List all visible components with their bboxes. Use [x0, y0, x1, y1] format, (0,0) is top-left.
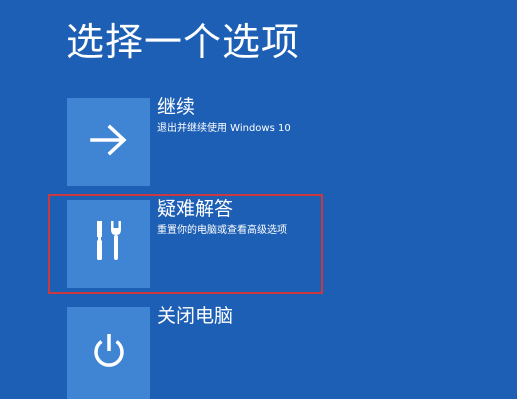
shutdown-tile[interactable]: [67, 307, 150, 399]
tools-icon: [89, 217, 129, 271]
power-icon: [87, 329, 131, 377]
option-label: 疑难解答: [157, 198, 234, 220]
option-continue[interactable]: 继续 退出并继续使用 Windows 10: [67, 96, 467, 186]
option-shutdown[interactable]: 关闭电脑: [67, 305, 467, 399]
page-title: 选择一个选项: [66, 20, 301, 64]
option-troubleshoot[interactable]: 疑难解答 重置你的电脑或查看高级选项: [67, 198, 467, 288]
continue-tile[interactable]: [67, 98, 150, 186]
option-label: 关闭电脑: [157, 305, 234, 327]
option-description: 重置你的电脑或查看高级选项: [157, 225, 287, 236]
troubleshoot-tile[interactable]: [67, 200, 150, 288]
option-label: 继续: [157, 96, 196, 118]
arrow-right-icon: [89, 123, 129, 161]
option-description: 退出并继续使用 Windows 10: [157, 123, 291, 134]
